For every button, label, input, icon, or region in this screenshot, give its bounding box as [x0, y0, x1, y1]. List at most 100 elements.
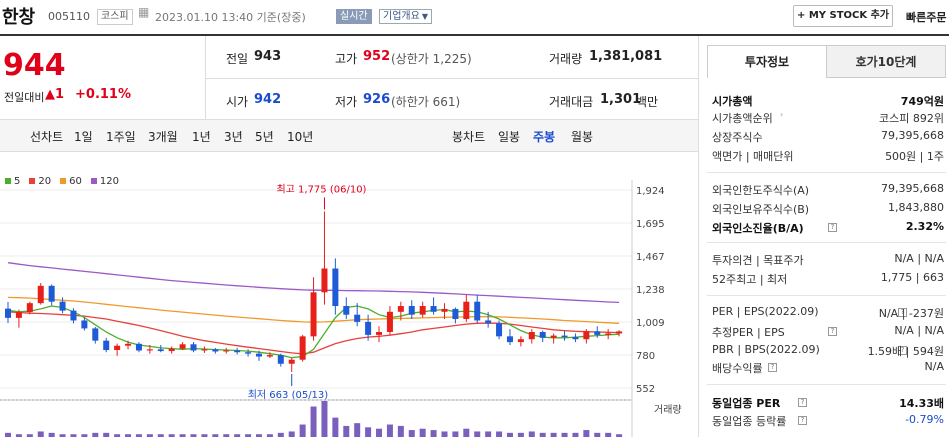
candle-body	[397, 306, 404, 312]
y-tick-label: 1,238	[636, 285, 665, 296]
candle-body	[179, 344, 186, 349]
volume-bar	[321, 401, 328, 437]
candle-body	[234, 350, 241, 353]
quick-order-link[interactable]: 빠른주문	[906, 9, 946, 25]
volume-bar	[103, 432, 110, 437]
invest-separator	[707, 295, 946, 296]
chevron-right-icon[interactable]: ›	[780, 110, 783, 119]
candle-body	[441, 308, 448, 312]
low-value: 926	[363, 92, 391, 107]
candle-body	[419, 306, 426, 315]
stock-name: 한창	[2, 7, 36, 28]
help-icon[interactable]: ?	[828, 223, 837, 232]
candle-body	[125, 343, 132, 346]
volume-bar	[594, 432, 601, 437]
candle-tab-1[interactable]: 주봉	[533, 128, 555, 145]
prev-close-label: 전일	[226, 52, 249, 66]
help-icon[interactable]: ?	[828, 327, 837, 336]
invest-row: 추정PER | EPS? N/A | N/A	[712, 324, 944, 340]
invest-value: N/A | -237원	[878, 307, 944, 320]
help-icon[interactable]: ?	[798, 398, 807, 407]
candle-body	[70, 310, 77, 321]
period-tab-3[interactable]: 1년	[192, 128, 211, 145]
help-icon[interactable]: ?	[798, 416, 807, 425]
help-icon[interactable]: ?	[768, 363, 777, 372]
tab-quote-10[interactable]: 호가10단계	[826, 45, 946, 78]
candle-body	[354, 314, 361, 322]
tab-invest-info[interactable]: 투자정보	[707, 45, 827, 78]
invest-row: PER | EPS(2022.09)? N/A | -237원	[712, 305, 944, 321]
candle-body	[583, 331, 590, 340]
candle-body	[103, 340, 110, 351]
change-label: 전일대비	[4, 91, 45, 104]
invest-key: 추정PER | EPS	[712, 326, 785, 339]
y-tick-label: 1,467	[636, 252, 665, 263]
period-tab-0[interactable]: 1일	[74, 128, 93, 145]
period-tab-1[interactable]: 1주일	[106, 128, 136, 145]
company-info-button[interactable]: 기업개요 ▼	[379, 9, 432, 24]
volume-bar	[386, 424, 393, 437]
volume-bar	[550, 432, 557, 437]
candle-body	[59, 301, 66, 311]
volume-bar	[288, 431, 295, 437]
volume-bar	[496, 431, 503, 437]
realtime-badge[interactable]: 실시간	[336, 9, 372, 24]
volume-bar	[430, 430, 437, 437]
period-tab-6[interactable]: 10년	[287, 128, 313, 145]
invest-key: 외국인보유주식수(B)	[712, 203, 810, 216]
volume-bar	[48, 432, 55, 437]
candle-chart-label: 봉차트	[452, 130, 486, 144]
period-tab-5[interactable]: 5년	[255, 128, 274, 145]
candle-tab-0[interactable]: 일봉	[498, 128, 520, 145]
volume-bar	[485, 431, 492, 437]
candle-body	[26, 303, 33, 313]
invest-separator	[707, 384, 946, 385]
invest-value: N/A | N/A	[894, 252, 944, 265]
my-stock-add-button[interactable]: + MY STOCK 추가	[793, 5, 893, 27]
candle-body	[550, 335, 557, 338]
calendar-icon: ▦	[138, 5, 150, 19]
candle-body	[376, 332, 383, 335]
candle-body	[4, 308, 12, 318]
stock-code: 005110	[48, 10, 90, 23]
invest-value: 500원 | 1주	[885, 150, 944, 163]
market-badge: 코스피	[97, 9, 133, 25]
volume-bar	[343, 425, 350, 437]
price-chart[interactable]: 1,924 1,695 1,467 1,238 1,009 780 552 거래량 최고 1,7…	[0, 160, 698, 437]
invest-value: 14.33배	[899, 397, 944, 410]
volume-bar	[310, 406, 317, 437]
volume-bar	[37, 431, 44, 437]
invest-row: 시가총액 749억원	[712, 93, 944, 109]
invest-key: 외국인소진율(B/A)	[712, 222, 804, 235]
invest-row: 52주최고 | 최저 1,775 | 663	[712, 271, 944, 287]
candle-body	[386, 311, 393, 333]
volume-bar	[561, 432, 568, 437]
candle-body	[572, 337, 579, 340]
candle-body	[561, 335, 568, 338]
volume-bar	[419, 428, 426, 437]
candle-tab-2[interactable]: 월봉	[571, 128, 593, 145]
candle-body	[430, 306, 437, 312]
candle-body	[463, 301, 470, 320]
candle-body	[616, 331, 623, 334]
candle-body	[605, 333, 612, 335]
period-tab-4[interactable]: 3년	[224, 128, 243, 145]
candle-body	[135, 343, 142, 351]
invest-value: 1,843,880	[888, 201, 944, 214]
period-tab-2[interactable]: 3개월	[148, 128, 178, 145]
invest-value: 코스피 892위	[879, 112, 944, 125]
volume-bar	[517, 432, 524, 437]
invest-row: 상장주식수 79,395,668	[712, 129, 944, 145]
y-tick-label: 780	[636, 351, 655, 362]
volume-bar	[332, 417, 339, 437]
candle-body	[299, 336, 306, 360]
volume-value: 1,381,081	[589, 49, 663, 64]
candle-body	[408, 306, 415, 315]
amount-unit: 백만	[636, 95, 659, 109]
invest-key: 시가총액	[712, 95, 753, 108]
invest-key: PBR | BPS(2022.09)	[712, 343, 820, 356]
high-value: 952	[363, 49, 391, 64]
invest-value: 749억원	[900, 95, 944, 108]
low-annotation: 최저 663 (05/13)	[248, 389, 329, 401]
chevron-down-icon: ▼	[421, 12, 428, 21]
